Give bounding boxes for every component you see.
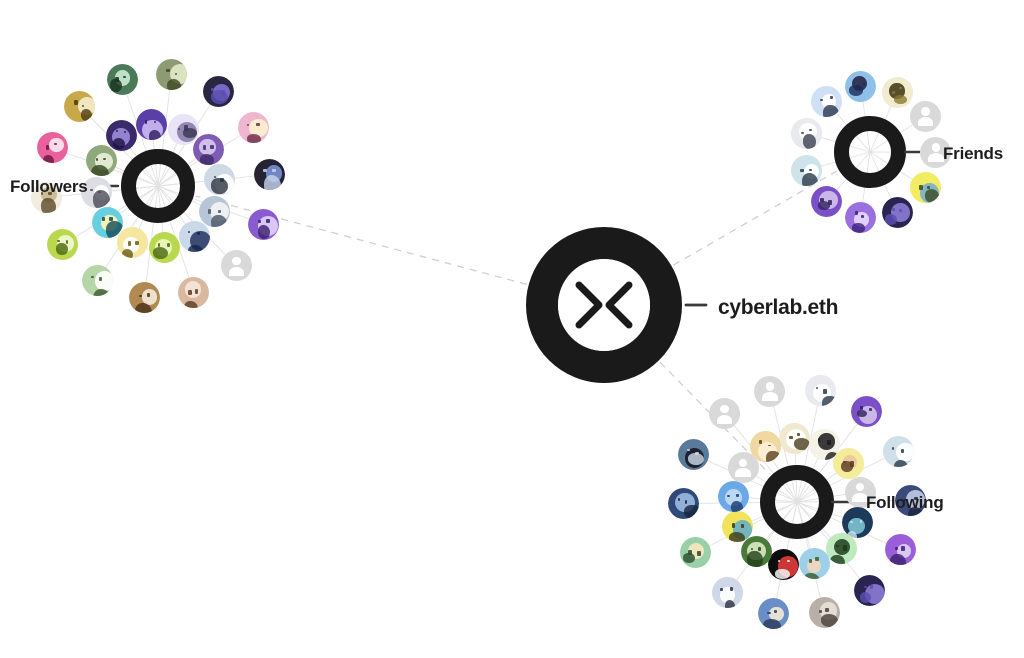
avatar[interactable] xyxy=(178,220,210,252)
avatar[interactable] xyxy=(253,159,285,191)
avatar[interactable] xyxy=(717,481,749,512)
avatar[interactable] xyxy=(779,422,811,454)
avatar[interactable] xyxy=(711,576,743,608)
avatar[interactable] xyxy=(749,430,781,462)
avatar[interactable] xyxy=(832,448,864,480)
social-graph-canvas: Followers Friends Following cyberlab.eth xyxy=(0,0,1024,658)
placeholder-avatar[interactable] xyxy=(754,375,786,407)
center-hub-inner xyxy=(558,259,650,351)
avatar[interactable] xyxy=(204,164,236,196)
avatar[interactable] xyxy=(811,86,843,118)
avatar[interactable] xyxy=(757,598,789,629)
avatar[interactable] xyxy=(825,532,857,564)
avatar[interactable] xyxy=(47,229,79,261)
avatar[interactable] xyxy=(92,206,124,238)
hub-rings xyxy=(121,116,906,539)
avatar[interactable] xyxy=(678,438,710,470)
placeholder-avatar[interactable] xyxy=(910,100,942,132)
avatar[interactable] xyxy=(81,264,113,296)
cluster-links xyxy=(195,170,838,475)
avatar[interactable] xyxy=(136,108,168,140)
avatar[interactable] xyxy=(148,232,180,264)
cluster-label-friends: Friends xyxy=(943,144,1004,163)
cluster-label-followers: Followers xyxy=(10,177,88,196)
avatar[interactable] xyxy=(881,196,913,228)
avatar[interactable] xyxy=(883,435,915,467)
avatar[interactable] xyxy=(679,537,711,569)
cluster-label-following: Following xyxy=(866,493,944,512)
avatar[interactable] xyxy=(808,597,840,629)
avatar[interactable] xyxy=(667,488,699,520)
avatar[interactable] xyxy=(791,154,823,186)
avatar[interactable] xyxy=(909,172,941,204)
avatar[interactable] xyxy=(178,276,210,308)
center-node-label: cyberlab.eth xyxy=(718,296,839,319)
avatar[interactable] xyxy=(192,134,224,166)
avatar[interactable] xyxy=(791,117,823,149)
avatar[interactable] xyxy=(128,281,160,313)
avatar[interactable] xyxy=(798,548,830,580)
avatar[interactable] xyxy=(882,76,914,108)
avatar[interactable] xyxy=(805,374,837,406)
avatar[interactable] xyxy=(844,201,876,233)
avatar[interactable] xyxy=(853,574,885,606)
avatar[interactable] xyxy=(247,208,279,240)
avatar[interactable] xyxy=(167,113,199,145)
avatar[interactable] xyxy=(85,145,117,177)
avatar[interactable] xyxy=(64,90,96,122)
avatar[interactable] xyxy=(106,64,138,96)
avatar[interactable] xyxy=(237,111,269,143)
avatar[interactable] xyxy=(199,195,231,227)
graph-edges-layer xyxy=(46,74,937,614)
center-node[interactable] xyxy=(526,227,682,383)
avatar[interactable] xyxy=(740,535,772,567)
